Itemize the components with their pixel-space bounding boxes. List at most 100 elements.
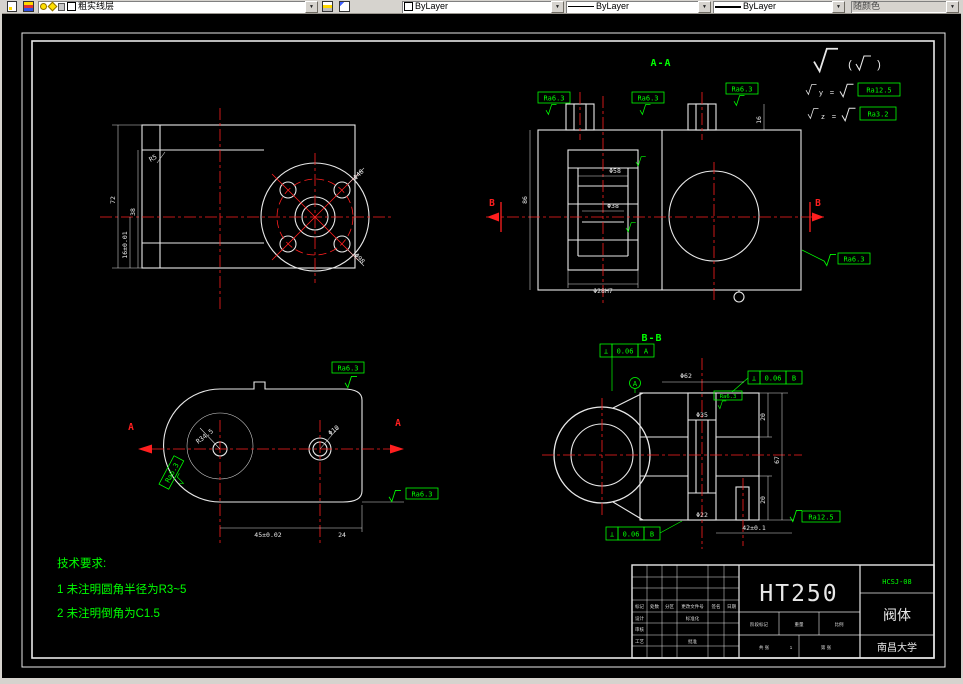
dim-text: 16±0.01 — [121, 231, 129, 258]
layer-name-text: 粗实线层 — [78, 1, 115, 11]
cut-letter: A — [128, 422, 134, 433]
chevron-down-icon[interactable]: ▼ — [305, 0, 318, 13]
linetype-sample-icon — [568, 6, 594, 7]
part-name: 阀体 — [883, 607, 911, 623]
layers-icon — [23, 1, 34, 12]
ra-label: Ra6.3 — [637, 95, 658, 103]
fcf-top: ⊥ 0.06 A — [599, 343, 655, 391]
dim-text: 86 — [521, 196, 529, 204]
lineweight-dropdown[interactable]: ByLayer ▼ — [713, 0, 845, 13]
company-name: 南昌大学 — [877, 641, 917, 654]
svg-text:阶段标记: 阶段标记 — [750, 621, 768, 628]
surface-finish-labels: Ra6.3 Ra6.3 Ra6.3 — [158, 361, 439, 503]
front-view: 72 38 16±0.01 R5 Φ48 Φ98 — [100, 108, 392, 312]
equals-sign: = — [830, 88, 835, 97]
ra-label: Ra3.2 — [867, 111, 888, 119]
ra-label: Ra6.3 — [411, 491, 432, 499]
layer-previous-icon — [322, 1, 333, 12]
layer-lock-icon[interactable] — [58, 2, 65, 11]
dim-text: 67 — [773, 456, 781, 464]
centerlines — [152, 420, 404, 543]
drawing-number: HCSJ-08 — [882, 578, 912, 586]
layer-on-icon[interactable] — [40, 3, 47, 10]
svg-text:重量: 重量 — [795, 621, 804, 628]
surface-finish-legend: ( ) y = Ra12.5 z = Ra3.2 — [805, 47, 901, 122]
centerlines — [100, 108, 392, 312]
svg-text:日期: 日期 — [727, 604, 736, 610]
ra-label: Ra6.3 — [731, 86, 752, 94]
make-layer-current-icon — [6, 1, 17, 12]
status-bar-strip — [2, 678, 961, 684]
svg-text:0.06: 0.06 — [617, 348, 634, 356]
svg-text:签名: 签名 — [712, 603, 721, 610]
layer-states-button[interactable] — [337, 0, 352, 13]
chevron-down-icon[interactable]: ▼ — [551, 0, 564, 13]
dim-text: Φ62 — [680, 372, 692, 380]
layers-dialog-button[interactable] — [21, 0, 36, 13]
layer-dropdown[interactable]: 粗实线层 ▼ — [38, 0, 318, 13]
centerlines — [486, 92, 824, 303]
dim-text: 38 — [129, 208, 137, 216]
dim-text: 24 — [338, 531, 346, 539]
dim-text: Φ10 — [327, 424, 341, 438]
paren-open: ( — [848, 59, 852, 71]
color-value-text: ByLayer — [415, 1, 449, 11]
material-text: HT250 — [759, 581, 838, 607]
surface-finish-icon — [813, 47, 839, 73]
svg-text:A: A — [633, 380, 638, 388]
svg-text:处数: 处数 — [650, 603, 659, 610]
section-label: B-B — [641, 333, 662, 344]
dim-text: Φ28H7 — [593, 287, 613, 295]
svg-text:共 张: 共 张 — [759, 644, 770, 651]
plot-style-dropdown[interactable]: 随颜色 ▼ — [851, 0, 959, 13]
section-aa-view: A-A B B 86 16 Φ58 Φ38 Φ28H7 Ra6.3 Ra6.3 … — [486, 58, 871, 303]
layer-previous-button[interactable] — [320, 0, 335, 13]
svg-text:A: A — [644, 348, 649, 356]
fcf-right: ⊥ 0.06 B — [731, 370, 803, 393]
dim-text: Φ38 — [607, 202, 619, 210]
section-arrow-icon — [487, 212, 499, 222]
svg-text:B: B — [792, 375, 796, 383]
plot-style-value-text: 随颜色 — [853, 1, 881, 11]
section-bb-view: B-B ⊥ 0.06 A ⊥ 0.06 B ⊥ 0.06 B A Φ62 Φ35… — [542, 333, 841, 549]
chevron-down-icon[interactable]: ▼ — [698, 0, 711, 13]
svg-text:0.06: 0.06 — [765, 375, 782, 383]
svg-text:⊥: ⊥ — [604, 348, 608, 356]
make-layer-current-button[interactable] — [4, 0, 19, 13]
svg-text:⊥: ⊥ — [610, 531, 614, 539]
layer-states-icon — [339, 1, 350, 12]
linetype-value-text: ByLayer — [596, 1, 630, 11]
section-arrow-icon — [390, 444, 404, 454]
cut-letter: B — [489, 198, 495, 209]
dim-text: 16 — [755, 116, 763, 124]
dim-text: R34.5 — [195, 427, 215, 445]
ra-label: Ra12.5 — [866, 87, 891, 95]
svg-text:1: 1 — [790, 645, 793, 650]
color-dropdown[interactable]: ByLayer ▼ — [402, 0, 564, 13]
dim-text: 20 — [759, 413, 767, 421]
svg-text:标记: 标记 — [635, 603, 644, 610]
ra-label: Ra6.3 — [543, 95, 564, 103]
svg-text:比例: 比例 — [835, 621, 844, 628]
equals-sign: = — [832, 112, 837, 121]
svg-text:第 张: 第 张 — [821, 644, 832, 651]
fcf-bottom: ⊥ 0.06 B — [605, 520, 683, 541]
bottom-view: A A 45±0.02 24 R34.5 Φ10 Ra6.3 Ra6.3 Ra6… — [128, 361, 439, 543]
dim-text: 45±0.02 — [254, 531, 281, 539]
cad-application-window: 粗实线层 ▼ ByLayer ▼ ByLayer ▼ ByLayer ▼ 随颜色… — [0, 0, 963, 684]
object-properties-toolbar: 粗实线层 ▼ ByLayer ▼ ByLayer ▼ ByLayer ▼ 随颜色… — [2, 0, 961, 14]
ra-label: Ra12.5 — [808, 514, 833, 522]
dim-text: Φ22 — [696, 511, 708, 519]
layer-color-swatch[interactable] — [67, 2, 76, 11]
section-arrow-icon — [138, 444, 152, 454]
linetype-dropdown[interactable]: ByLayer ▼ — [566, 0, 711, 13]
cut-letter: B — [815, 198, 821, 209]
title-block: HT250 HCSJ-08 阀体 南昌大学 标记 处数 分区 更改文件号 签名 … — [631, 564, 935, 659]
drawing-canvas[interactable]: 72 38 16±0.01 R5 Φ48 Φ98 A-A B B 86 16 Φ… — [2, 14, 963, 678]
legend-var: z — [821, 112, 825, 121]
chevron-down-icon[interactable]: ▼ — [832, 0, 845, 13]
svg-text:批准: 批准 — [688, 638, 697, 645]
layer-thaw-icon[interactable] — [47, 1, 58, 12]
ra-label: Ra6.3 — [843, 256, 864, 264]
lineweight-value-text: ByLayer — [743, 1, 777, 11]
